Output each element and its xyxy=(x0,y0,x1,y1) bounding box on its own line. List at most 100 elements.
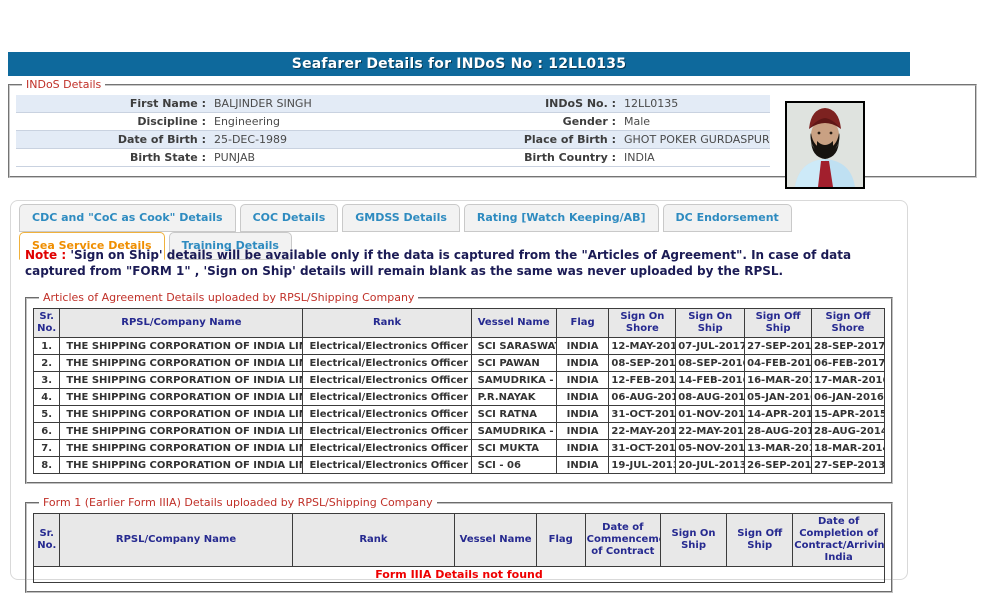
table-cell: 07-JUL-2017 xyxy=(676,338,745,355)
table-cell: 27-SEP-2017 xyxy=(745,338,812,355)
note-body: 'Sign on Ship' details will be available… xyxy=(25,248,851,278)
tab-gmdss-details[interactable]: GMDSS Details xyxy=(342,204,460,232)
form1-header-row: Sr. No. RPSL/Company Name Rank Vessel Na… xyxy=(34,514,885,567)
first-name-label: First Name xyxy=(16,95,206,113)
table-cell: INDIA xyxy=(556,372,609,389)
table-cell: 12-FEB-2016 xyxy=(609,372,676,389)
table-row: 5.THE SHIPPING CORPORATION OF INDIA LIMI… xyxy=(34,406,885,423)
table-cell: INDIA xyxy=(556,440,609,457)
table-cell: 14-FEB-2016 xyxy=(676,372,745,389)
table-cell: 05-NOV-2013 xyxy=(676,440,745,457)
table-cell: Electrical/Electronics Officer xyxy=(303,338,471,355)
table-cell: 6. xyxy=(34,423,60,440)
table-cell: 06-JAN-2016 xyxy=(812,389,885,406)
col-sign-on-ship: Sign On Ship xyxy=(676,309,745,338)
table-cell: INDIA xyxy=(556,457,609,474)
table-cell: SAMUDRIKA - 3 xyxy=(471,372,556,389)
table-cell: INDIA xyxy=(556,406,609,423)
gender-value: Male xyxy=(616,113,770,131)
table-cell: 08-SEP-2016 xyxy=(609,355,676,372)
table-cell: Electrical/Electronics Officer xyxy=(303,389,471,406)
discipline-label: Discipline xyxy=(16,113,206,131)
table-row: 1.THE SHIPPING CORPORATION OF INDIA LIMI… xyxy=(34,338,885,355)
col-sign-on-shore: Sign On Shore xyxy=(609,309,676,338)
form1-not-found-message: Form IIIA Details not found xyxy=(34,567,885,583)
table-cell: 3. xyxy=(34,372,60,389)
table-cell: Electrical/Electronics Officer xyxy=(303,406,471,423)
table-cell: 1. xyxy=(34,338,60,355)
table-cell: 06-FEB-2017 xyxy=(812,355,885,372)
page-title: Seafarer Details for INDoS No : 12LL0135 xyxy=(8,52,910,76)
table-cell: 31-OCT-2014 xyxy=(609,406,676,423)
indos-no-label: INDoS No. xyxy=(496,95,616,113)
table-row: 8.THE SHIPPING CORPORATION OF INDIA LIMI… xyxy=(34,457,885,474)
table-cell: 28-SEP-2017 xyxy=(812,338,885,355)
table-cell: 18-MAR-2014 xyxy=(812,440,885,457)
table-cell: 27-SEP-2013 xyxy=(812,457,885,474)
table-cell: SAMUDRIKA - 6 xyxy=(471,423,556,440)
col-flag: Flag xyxy=(556,309,609,338)
table-cell: 8. xyxy=(34,457,60,474)
table-row: 6.THE SHIPPING CORPORATION OF INDIA LIMI… xyxy=(34,423,885,440)
table-cell: 20-JUL-2013 xyxy=(676,457,745,474)
table-cell: SCI RATNA xyxy=(471,406,556,423)
table-row: 2.THE SHIPPING CORPORATION OF INDIA LIMI… xyxy=(34,355,885,372)
detail-row-birth-state: Birth State PUNJAB Birth Country INDIA xyxy=(16,149,770,167)
col-date-commencement: Date of Commencement of Contract xyxy=(585,514,660,567)
note-prefix: Note : xyxy=(25,248,66,262)
detail-row-first-name: First Name BALJINDER SINGH INDoS No. 12L… xyxy=(16,95,770,113)
form1-section: Form 1 (Earlier Form IIIA) Details uploa… xyxy=(25,496,893,593)
detail-row-discipline: Discipline Engineering Gender Male xyxy=(16,113,770,131)
gender-label: Gender xyxy=(496,113,616,131)
table-cell: 01-NOV-2014 xyxy=(676,406,745,423)
col-company: RPSL/Company Name xyxy=(60,309,303,338)
table-cell: SCI MUKTA xyxy=(471,440,556,457)
birth-state-label: Birth State xyxy=(16,149,206,167)
date-of-birth-value: 25-DEC-1989 xyxy=(206,131,496,149)
table-cell: 13-MAR-2014 xyxy=(745,440,812,457)
articles-header-row: Sr. No. RPSL/Company Name Rank Vessel Na… xyxy=(34,309,885,338)
table-cell: INDIA xyxy=(556,338,609,355)
table-cell: 15-APR-2015 xyxy=(812,406,885,423)
tab-cdc-and-coc-as-cook-details[interactable]: CDC and "CoC as Cook" Details xyxy=(19,204,236,232)
col-sign-off-ship: Sign Off Ship xyxy=(745,309,812,338)
table-cell: 16-MAR-2016 xyxy=(745,372,812,389)
col-sr-no: Sr. No. xyxy=(34,514,60,567)
table-cell: INDIA xyxy=(556,355,609,372)
tab-coc-details[interactable]: COC Details xyxy=(240,204,339,232)
table-cell: INDIA xyxy=(556,423,609,440)
col-date-completion: Date of Completion of Contract/Arriving … xyxy=(793,514,885,567)
indos-details-rows: First Name BALJINDER SINGH INDoS No. 12L… xyxy=(16,95,770,167)
tabs: CDC and "CoC as Cook" DetailsCOC Details… xyxy=(11,201,907,231)
table-cell: INDIA xyxy=(556,389,609,406)
table-cell: Electrical/Electronics Officer xyxy=(303,457,471,474)
table-cell: Electrical/Electronics Officer xyxy=(303,372,471,389)
col-rank: Rank xyxy=(303,309,471,338)
table-cell: THE SHIPPING CORPORATION OF INDIA LIMITE… xyxy=(60,355,303,372)
tab-rating-watch-keeping-ab[interactable]: Rating [Watch Keeping/AB] xyxy=(464,204,659,232)
articles-of-agreement-section: Articles of Agreement Details uploaded b… xyxy=(25,291,893,484)
birth-state-value: PUNJAB xyxy=(206,149,496,167)
articles-table: Sr. No. RPSL/Company Name Rank Vessel Na… xyxy=(33,308,885,474)
col-company: RPSL/Company Name xyxy=(60,514,292,567)
table-cell: Electrical/Electronics Officer xyxy=(303,440,471,457)
table-cell: 19-JUL-2013 xyxy=(609,457,676,474)
table-cell: Electrical/Electronics Officer xyxy=(303,423,471,440)
table-cell: 2. xyxy=(34,355,60,372)
date-of-birth-label: Date of Birth xyxy=(16,131,206,149)
first-name-value: BALJINDER SINGH xyxy=(206,95,496,113)
articles-legend: Articles of Agreement Details uploaded b… xyxy=(39,291,418,304)
table-cell: 08-SEP-2016 xyxy=(676,355,745,372)
table-cell: 22-MAY-2014 xyxy=(609,423,676,440)
table-cell: 14-APR-2015 xyxy=(745,406,812,423)
table-cell: Electrical/Electronics Officer xyxy=(303,355,471,372)
table-row: 4.THE SHIPPING CORPORATION OF INDIA LIMI… xyxy=(34,389,885,406)
table-cell: 4. xyxy=(34,389,60,406)
tab-dc-endorsement[interactable]: DC Endorsement xyxy=(663,204,792,232)
form1-table: Sr. No. RPSL/Company Name Rank Vessel Na… xyxy=(33,513,885,583)
tab-panel: CDC and "CoC as Cook" DetailsCOC Details… xyxy=(10,200,908,580)
col-sr-no: Sr. No. xyxy=(34,309,60,338)
table-cell: THE SHIPPING CORPORATION OF INDIA LIMITE… xyxy=(60,372,303,389)
birth-country-value: INDIA xyxy=(616,149,770,167)
table-cell: THE SHIPPING CORPORATION OF INDIA LIMITE… xyxy=(60,423,303,440)
